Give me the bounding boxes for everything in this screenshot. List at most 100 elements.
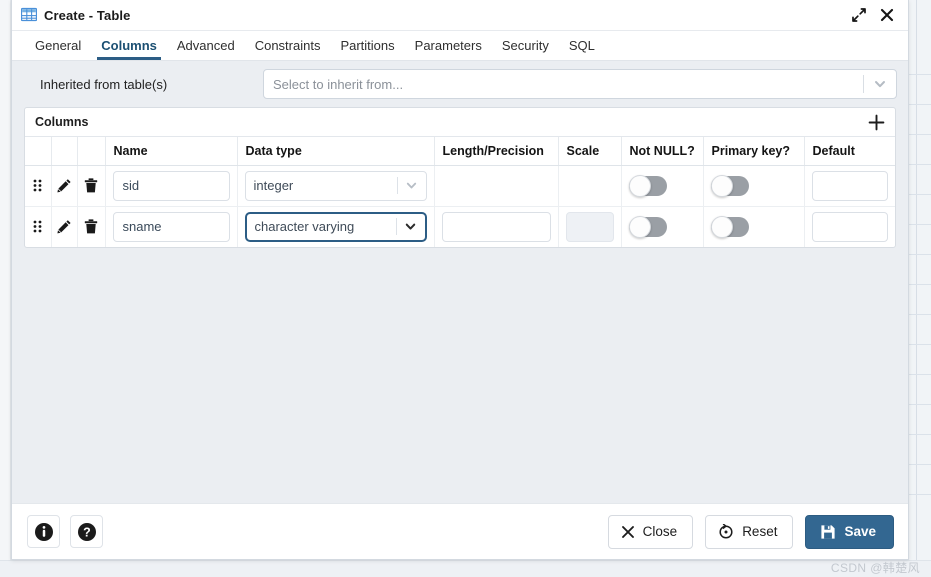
column-default-input[interactable] — [811, 170, 888, 201]
table-row: character varying — [25, 206, 895, 247]
backdrop-bottom-strip — [0, 560, 931, 577]
column-name-input[interactable] — [112, 170, 230, 201]
toggle-knob — [628, 215, 651, 238]
column-length-input[interactable] — [441, 211, 551, 242]
col-header-datatype: Data type — [237, 137, 435, 166]
columns-panel: Columns Name Data type Length/Precision … — [24, 107, 896, 248]
pencil-icon[interactable] — [52, 166, 77, 206]
tab-constraints[interactable]: Constraints — [245, 31, 331, 60]
row-name-cell[interactable] — [105, 206, 238, 247]
table-row: integer — [25, 165, 895, 207]
save-button-label: Save — [844, 524, 876, 539]
primary-key-toggle[interactable] — [710, 215, 749, 238]
columns-grid: Name Data type Length/Precision Scale No… — [25, 137, 895, 247]
tab-partitions[interactable]: Partitions — [330, 31, 404, 60]
col-header-name: Name — [105, 137, 238, 166]
columns-panel-title: Columns — [35, 115, 89, 129]
tab-general[interactable]: General — [25, 31, 91, 60]
info-icon — [34, 522, 53, 541]
question-icon: ? — [77, 522, 96, 541]
col-header-edit — [51, 137, 78, 166]
row-default-cell[interactable] — [804, 165, 895, 207]
row-datatype-cell[interactable]: integer — [237, 165, 435, 207]
tab-advanced[interactable]: Advanced — [167, 31, 245, 60]
row-delete-cell[interactable] — [77, 206, 106, 248]
tab-parameters[interactable]: Parameters — [405, 31, 492, 60]
row-datatype-cell[interactable]: character varying — [237, 206, 435, 247]
row-edit-cell[interactable] — [51, 165, 78, 207]
chevron-down-icon[interactable] — [864, 77, 896, 91]
chevron-down-icon[interactable] — [398, 179, 426, 192]
dialog-body: Inherited from table(s) Select to inheri… — [12, 61, 908, 503]
close-button[interactable]: Close — [607, 514, 694, 549]
close-button-label: Close — [642, 524, 678, 539]
column-datatype-value: integer — [253, 178, 294, 193]
table-icon — [21, 7, 37, 22]
row-drag-handle-cell[interactable] — [25, 206, 52, 248]
create-table-dialog: Create - Table General Columns Advanced … — [11, 0, 909, 560]
primary-key-toggle[interactable] — [710, 174, 749, 197]
row-scale-cell — [558, 206, 622, 247]
columns-grid-header-row: Name Data type Length/Precision Scale No… — [25, 137, 895, 166]
floppy-save-icon — [820, 524, 836, 540]
trash-icon[interactable] — [78, 207, 105, 248]
row-name-cell[interactable] — [105, 165, 238, 207]
row-scale-cell[interactable] — [558, 165, 622, 207]
help-button[interactable]: ? — [70, 515, 103, 548]
column-default-input[interactable] — [811, 211, 888, 242]
col-header-not-null: Not NULL? — [621, 137, 704, 166]
plus-icon[interactable] — [863, 110, 889, 134]
backdrop-right-strip — [909, 0, 931, 577]
inherited-from-tables-row: Inherited from table(s) Select to inheri… — [23, 61, 897, 107]
row-not-null-cell[interactable] — [621, 165, 704, 207]
col-header-drag — [25, 137, 52, 166]
column-scale-input — [565, 211, 614, 242]
column-datatype-select[interactable]: integer — [244, 170, 427, 201]
row-length-cell[interactable] — [434, 165, 559, 207]
toggle-knob — [710, 215, 733, 238]
trash-icon[interactable] — [78, 166, 105, 206]
toggle-knob — [628, 174, 651, 197]
watermark: CSDN @韩楚风 — [830, 561, 920, 575]
row-delete-cell[interactable] — [77, 165, 106, 207]
save-button[interactable]: Save — [805, 514, 894, 549]
row-drag-handle-cell[interactable] — [25, 165, 52, 207]
row-primary-key-cell[interactable] — [703, 206, 805, 247]
not-null-toggle[interactable] — [628, 174, 667, 197]
row-not-null-cell[interactable] — [621, 206, 704, 247]
inherit-from-select-placeholder: Select to inherit from... — [273, 76, 404, 92]
col-header-default: Default — [804, 137, 895, 166]
inherit-from-select[interactable]: Select to inherit from... — [263, 69, 897, 99]
reset-arrow-icon — [718, 523, 734, 540]
row-length-cell[interactable] — [434, 206, 559, 247]
col-header-delete — [77, 137, 106, 166]
chevron-down-icon[interactable] — [397, 220, 425, 233]
dialog-title: Create - Table — [44, 7, 131, 23]
svg-text:?: ? — [83, 525, 91, 539]
col-header-length: Length/Precision — [434, 137, 559, 166]
reset-button[interactable]: Reset — [705, 514, 794, 549]
backdrop-grid-vline — [916, 0, 917, 577]
drag-handle-icon[interactable] — [25, 166, 51, 206]
columns-panel-header: Columns — [25, 108, 895, 137]
column-datatype-value: character varying — [254, 219, 355, 235]
not-null-toggle[interactable] — [628, 215, 667, 238]
column-name-input[interactable] — [112, 211, 230, 242]
reset-button-label: Reset — [742, 524, 778, 539]
info-button[interactable] — [27, 515, 60, 548]
tab-sql[interactable]: SQL — [559, 31, 605, 60]
row-default-cell[interactable] — [804, 206, 895, 247]
tab-security[interactable]: Security — [492, 31, 559, 60]
row-primary-key-cell[interactable] — [703, 165, 805, 207]
tab-columns[interactable]: Columns — [91, 31, 167, 60]
drag-handle-icon[interactable] — [25, 207, 51, 248]
column-datatype-select[interactable]: character varying — [244, 211, 427, 242]
dialog-titlebar: Create - Table — [12, 0, 908, 31]
pencil-icon[interactable] — [52, 207, 77, 248]
close-icon[interactable] — [876, 4, 898, 26]
inherited-from-tables-label: Inherited from table(s) — [40, 76, 168, 92]
dialog-tabbar: General Columns Advanced Constraints Par… — [12, 31, 908, 61]
expand-diagonal-icon[interactable] — [848, 4, 870, 26]
row-edit-cell[interactable] — [51, 206, 78, 248]
dialog-footer: ? Close Reset Save — [12, 503, 908, 559]
